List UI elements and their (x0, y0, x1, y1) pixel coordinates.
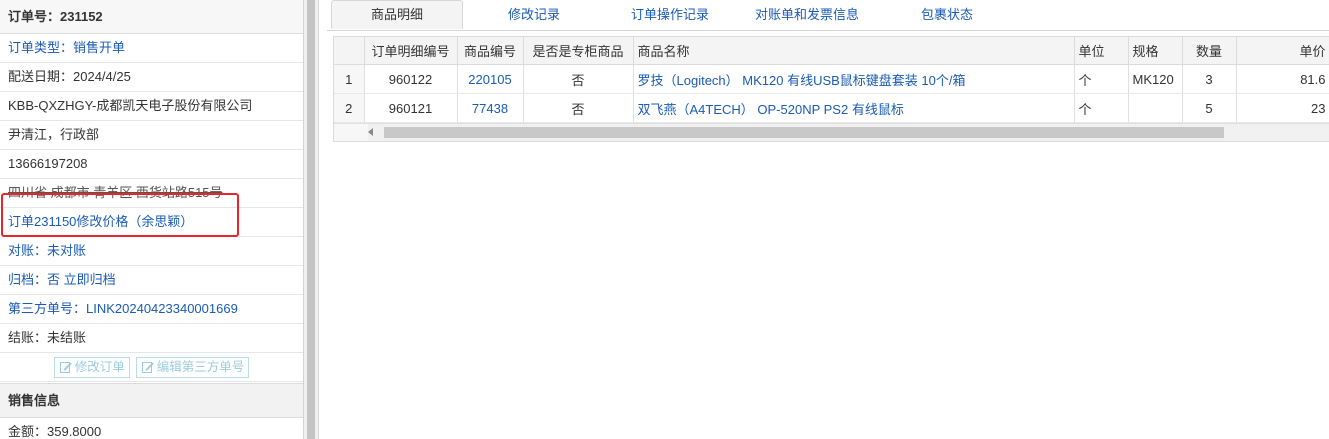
horizontal-scrollbar-thumb[interactable] (384, 127, 1224, 138)
edit-order-label: 修改订单 (74, 359, 125, 374)
edit-third-party-button[interactable]: 编辑第三方单号 (135, 356, 250, 378)
tab-change-log[interactable]: 修改记录 (473, 0, 595, 30)
cell-sku-link[interactable]: 77438 (457, 93, 524, 123)
cell-quantity: 3 (1182, 64, 1237, 94)
row-number: 1 (334, 64, 365, 94)
edit-third-party-label: 编辑第三方单号 (156, 359, 245, 374)
scroll-left-arrow-icon[interactable] (368, 128, 373, 136)
customer-company: KBB-QXZHGY-成都凯天电子股份有限公司 (0, 92, 303, 121)
order-action-buttons: 修改订单 编辑第三方单号 (0, 353, 303, 382)
order-type: 订单类型：销售开单 (0, 34, 303, 63)
table-header-row: 订单明细编号 商品编号 是否是专柜商品 商品名称 单位 规格 数量 单价 (334, 37, 1329, 65)
archive-label: 归档：否 (8, 272, 64, 287)
tab-product-details[interactable]: 商品明细 (331, 0, 463, 29)
cell-counter: 否 (523, 64, 634, 94)
amount: 金额：359.8000 (0, 418, 303, 439)
sales-info-section-title: 销售信息 (0, 383, 303, 418)
header-detail-id[interactable]: 订单明细编号 (364, 37, 458, 65)
cell-counter: 否 (523, 93, 634, 123)
delivery-address-text: 四川省 成都市 青羊区 西货站路515号 (8, 185, 223, 200)
edit-order-button[interactable]: 修改订单 (53, 356, 130, 378)
tab-bar: 商品明细 修改记录 订单操作记录 对账单和发票信息 包裹状态 (327, 0, 1329, 31)
header-unit-price[interactable]: 单价 (1236, 37, 1329, 65)
row-number: 2 (334, 93, 365, 123)
header-unit[interactable]: 单位 (1074, 37, 1129, 65)
order-info-panel: 订单号：231152 订单类型：销售开单 配送日期：2024/4/25 KBB-… (0, 0, 304, 439)
header-sku[interactable]: 商品编号 (457, 37, 524, 65)
cell-product-name-link[interactable]: 双飞燕（A4TECH） OP-520NP PS2 有线鼠标 (633, 93, 1075, 123)
header-quantity[interactable]: 数量 (1182, 37, 1237, 65)
contact-person: 尹清江，行政部 (0, 121, 303, 150)
horizontal-scrollbar[interactable] (334, 123, 1329, 141)
archive-status: 归档：否 立即归档 (0, 266, 303, 295)
header-counter-product[interactable]: 是否是专柜商品 (523, 37, 634, 65)
cell-quantity: 5 (1182, 93, 1237, 123)
header-product-name[interactable]: 商品名称 (633, 37, 1075, 65)
cell-sku-link[interactable]: 220105 (457, 64, 524, 94)
detail-panel: 商品明细 修改记录 订单操作记录 对账单和发票信息 包裹状态 订单明细编号 商品… (327, 0, 1329, 439)
cell-product-name-link[interactable]: 罗技（Logitech） MK120 有线USB鼠标键盘套装 10个/箱 (633, 64, 1075, 94)
order-number-title: 订单号：231152 (0, 0, 303, 34)
product-detail-grid: 订单明细编号 商品编号 是否是专柜商品 商品名称 单位 规格 数量 单价 1 9… (333, 36, 1329, 142)
cell-unit-price: 81.6 (1236, 64, 1329, 94)
cell-spec: MK120 (1128, 64, 1183, 94)
delivery-address: 四川省 成都市 青羊区 西货站路515号 (0, 179, 303, 208)
reconciliation-status: 对账：未对账 (0, 237, 303, 266)
delivery-date: 配送日期：2024/4/25 (0, 63, 303, 92)
settlement-status: 结账：未结账 (0, 324, 303, 353)
contact-phone: 13666197208 (0, 150, 303, 179)
cell-unit: 个 (1074, 93, 1129, 123)
cell-unit-price: 23 (1236, 93, 1329, 123)
price-change-link[interactable]: 订单231150修改价格（余思颖） (0, 208, 303, 237)
cell-unit: 个 (1074, 64, 1129, 94)
header-spec[interactable]: 规格 (1128, 37, 1183, 65)
tab-package-status[interactable]: 包裹状态 (887, 0, 1007, 30)
cell-detail-id: 960122 (364, 64, 458, 94)
tab-statement-invoice[interactable]: 对账单和发票信息 (743, 0, 871, 30)
archive-now-link[interactable]: 立即归档 (64, 272, 116, 287)
edit-icon (141, 362, 154, 373)
third-party-number: 第三方单号：LINK20240423340001669 (0, 295, 303, 324)
header-rownum (334, 37, 365, 65)
cell-spec (1128, 93, 1183, 123)
table-row[interactable]: 2 960121 77438 否 双飞燕（A4TECH） OP-520NP PS… (334, 93, 1329, 123)
scrollbar-thumb[interactable] (307, 0, 315, 439)
left-panel-scrollbar[interactable] (304, 0, 319, 439)
table-row[interactable]: 1 960122 220105 否 罗技（Logitech） MK120 有线U… (334, 64, 1329, 94)
scrollbar-gutter (334, 124, 368, 141)
cell-detail-id: 960121 (364, 93, 458, 123)
product-table: 订单明细编号 商品编号 是否是专柜商品 商品名称 单位 规格 数量 单价 1 9… (334, 37, 1329, 123)
edit-icon (59, 362, 72, 373)
tab-order-operation-log[interactable]: 订单操作记录 (603, 0, 737, 30)
